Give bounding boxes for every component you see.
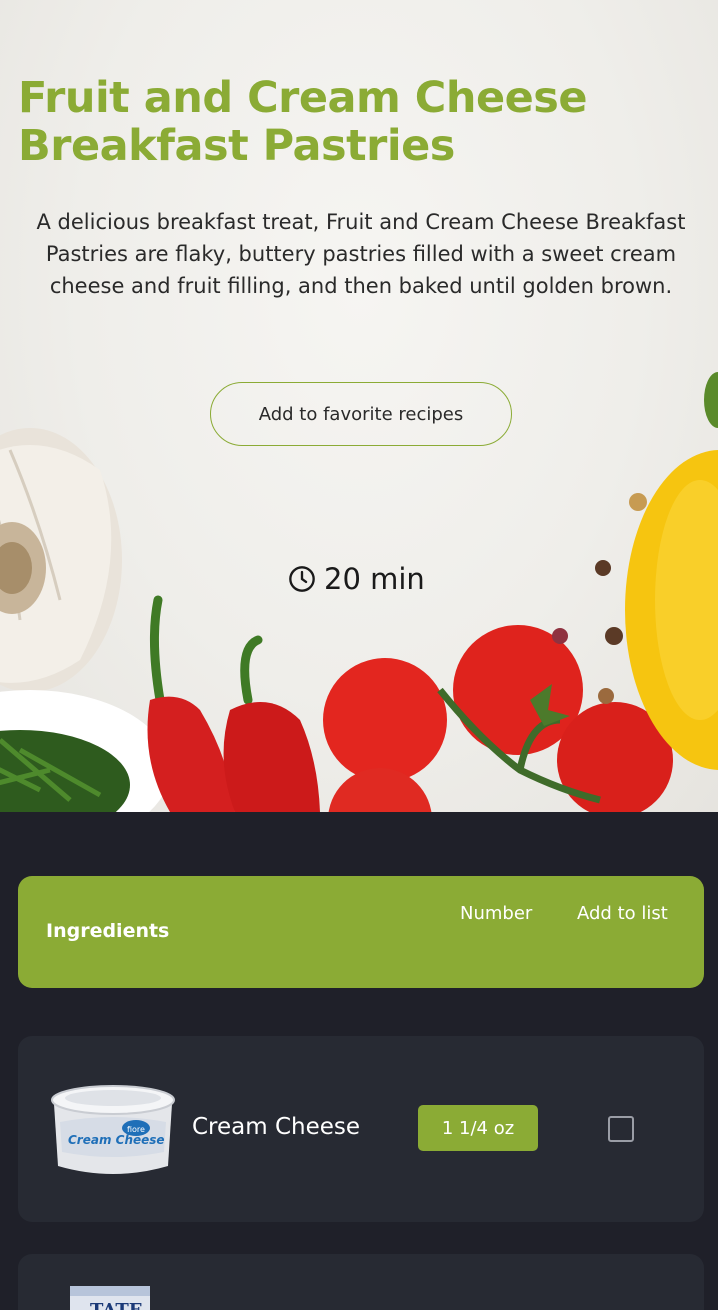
bell-pepper-icon [625,372,718,770]
peppercorn-icon [552,493,647,704]
bowl-icon [0,690,170,812]
tomato-icon [323,625,673,812]
hero-section: Fruit and Cream Cheese Breakfast Pastrie… [0,0,718,812]
svg-text:Cream Cheese: Cream Cheese [68,1133,165,1147]
chili-icon [147,595,320,812]
recipe-title: Fruit and Cream Cheese Breakfast Pastrie… [18,73,588,171]
sugar-package-image: TATE [70,1286,150,1310]
number-column-label: Number [460,903,533,924]
cook-time-value: 20 min [324,562,425,596]
ingredients-header: Ingredients Number Add to list [18,876,704,988]
add-to-list-column-label: Add to list [577,903,668,924]
svg-text:fiore: fiore [127,1125,145,1134]
cook-time: 20 min [288,562,425,596]
cream-cheese-image: Cream Cheese fiore [51,1085,175,1174]
add-to-favorites-button[interactable]: Add to favorite recipes [210,382,512,446]
ingredient-quantity: 1 1/4 oz [418,1105,538,1151]
svg-text:TATE: TATE [90,1300,143,1310]
garlic-icon [0,428,122,692]
ingredient-name: Cream Cheese [192,1114,361,1140]
ingredient-row: TATE [18,1254,704,1310]
add-to-list-checkbox[interactable] [608,1116,634,1142]
ingredients-title: Ingredients [46,920,170,942]
recipe-description: A delicious breakfast treat, Fruit and C… [36,210,686,298]
clock-icon [289,566,315,592]
ingredient-row: Cream Cheese fiore Cream Cheese 1 1/4 oz [18,1036,704,1222]
ingredients-section: Ingredients Number Add to list Cream Che… [0,812,718,1310]
